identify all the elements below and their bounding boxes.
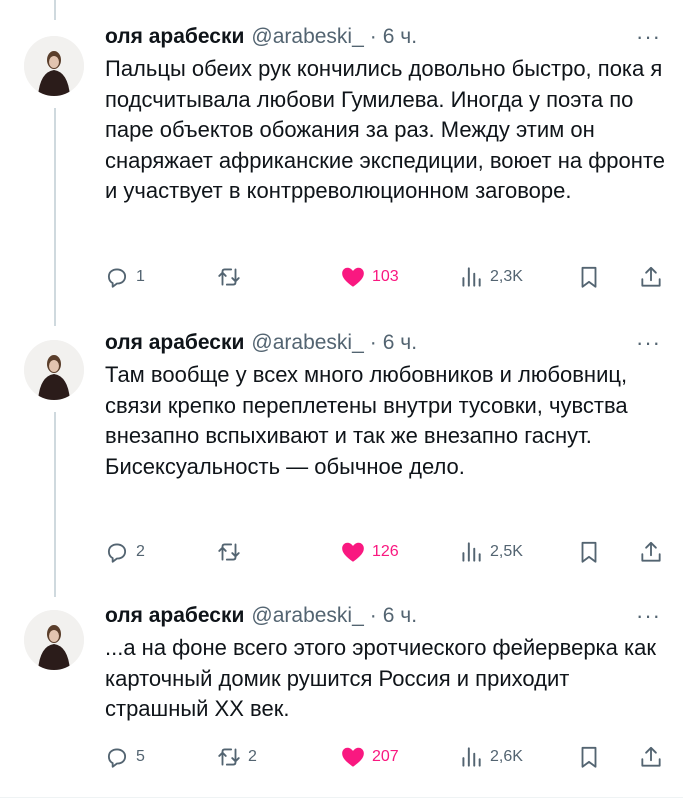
share-icon: [641, 266, 661, 287]
reply-button[interactable]: 5: [104, 744, 145, 770]
repost-count: 2: [248, 748, 257, 765]
repost-icon: [218, 748, 240, 766]
action-bar: 1 103 2,3K: [104, 264, 669, 290]
views-button[interactable]: 2,5K: [458, 539, 523, 565]
timestamp[interactable]: 6 ч.: [383, 604, 417, 628]
repost-icon: [218, 268, 240, 286]
bookmark-button[interactable]: [576, 744, 602, 770]
views-count: 2,6K: [490, 748, 523, 765]
repost-button[interactable]: [216, 539, 248, 565]
views-count: 2,5K: [490, 543, 523, 560]
tweet-1[interactable]: оля арабески @arabeski_ · 6 ч. ··· Пальц…: [0, 24, 683, 294]
author-name[interactable]: оля арабески: [105, 604, 244, 628]
views-icon: [462, 747, 481, 767]
author-name[interactable]: оля арабески: [105, 25, 244, 49]
author-handle[interactable]: @arabeski_: [251, 331, 363, 355]
author-name[interactable]: оля арабески: [105, 331, 244, 355]
share-icon: [641, 541, 661, 562]
share-icon: [641, 746, 661, 767]
reply-icon: [107, 543, 127, 563]
bookmark-icon: [581, 541, 597, 563]
more-options-icon[interactable]: ···: [636, 330, 661, 356]
separator: ·: [369, 25, 377, 48]
timestamp[interactable]: 6 ч.: [383, 25, 417, 49]
timestamp[interactable]: 6 ч.: [383, 331, 417, 355]
share-button[interactable]: [638, 744, 664, 770]
heart-icon: [342, 542, 364, 562]
tweet-header: оля арабески @arabeski_ · 6 ч.: [105, 603, 417, 629]
reply-count: 2: [136, 543, 145, 560]
share-button[interactable]: [638, 264, 664, 290]
reply-count: 1: [136, 268, 145, 285]
tweet-header: оля арабески @arabeski_ · 6 ч.: [105, 330, 417, 356]
more-options-icon[interactable]: ···: [636, 603, 661, 629]
more-options-icon[interactable]: ···: [636, 24, 661, 50]
action-bar: 2 126 2,5K: [104, 539, 669, 565]
author-handle[interactable]: @arabeski_: [251, 604, 363, 628]
tweet-header: оля арабески @arabeski_ · 6 ч.: [105, 24, 417, 50]
thread-line-top: [54, 0, 56, 20]
bookmark-icon: [581, 266, 597, 288]
tweet-text: ...а на фоне всего этого эротчиеского фе…: [105, 635, 656, 721]
views-icon: [462, 267, 481, 287]
repost-icon: [218, 543, 240, 561]
repost-button[interactable]: [216, 264, 248, 290]
like-button[interactable]: 126: [340, 539, 399, 565]
reply-count: 5: [136, 748, 145, 765]
bookmark-icon: [581, 746, 597, 768]
avatar[interactable]: [24, 610, 84, 670]
bookmark-button[interactable]: [576, 539, 602, 565]
like-count: 207: [372, 748, 399, 765]
like-count: 126: [372, 543, 399, 560]
like-button[interactable]: 207: [340, 744, 399, 770]
tweet-2[interactable]: оля арабески @arabeski_ · 6 ч. ··· Там в…: [0, 330, 683, 570]
separator: ·: [369, 604, 377, 627]
separator: ·: [369, 331, 377, 354]
heart-icon: [342, 747, 364, 767]
reply-icon: [107, 748, 127, 768]
like-button[interactable]: 103: [340, 264, 399, 290]
tweet-3[interactable]: оля арабески @arabeski_ · 6 ч. ··· ...а …: [0, 603, 683, 783]
divider: [0, 797, 683, 798]
repost-button[interactable]: 2: [216, 744, 257, 770]
heart-icon: [342, 267, 364, 287]
views-count: 2,3K: [490, 268, 523, 285]
avatar[interactable]: [24, 36, 84, 96]
tweet-text: Там вообще у всех много любовников и люб…: [105, 362, 628, 479]
views-button[interactable]: 2,6K: [458, 744, 523, 770]
action-bar: 5 2 207 2,6K: [104, 744, 669, 770]
views-button[interactable]: 2,3K: [458, 264, 523, 290]
bookmark-button[interactable]: [576, 264, 602, 290]
avatar[interactable]: [24, 340, 84, 400]
views-icon: [462, 542, 481, 562]
reply-icon: [107, 268, 127, 288]
like-count: 103: [372, 268, 399, 285]
author-handle[interactable]: @arabeski_: [251, 25, 363, 49]
share-button[interactable]: [638, 539, 664, 565]
reply-button[interactable]: 2: [104, 539, 145, 565]
tweet-text: Пальцы обеих рук кончились довольно быст…: [105, 56, 665, 203]
reply-button[interactable]: 1: [104, 264, 145, 290]
